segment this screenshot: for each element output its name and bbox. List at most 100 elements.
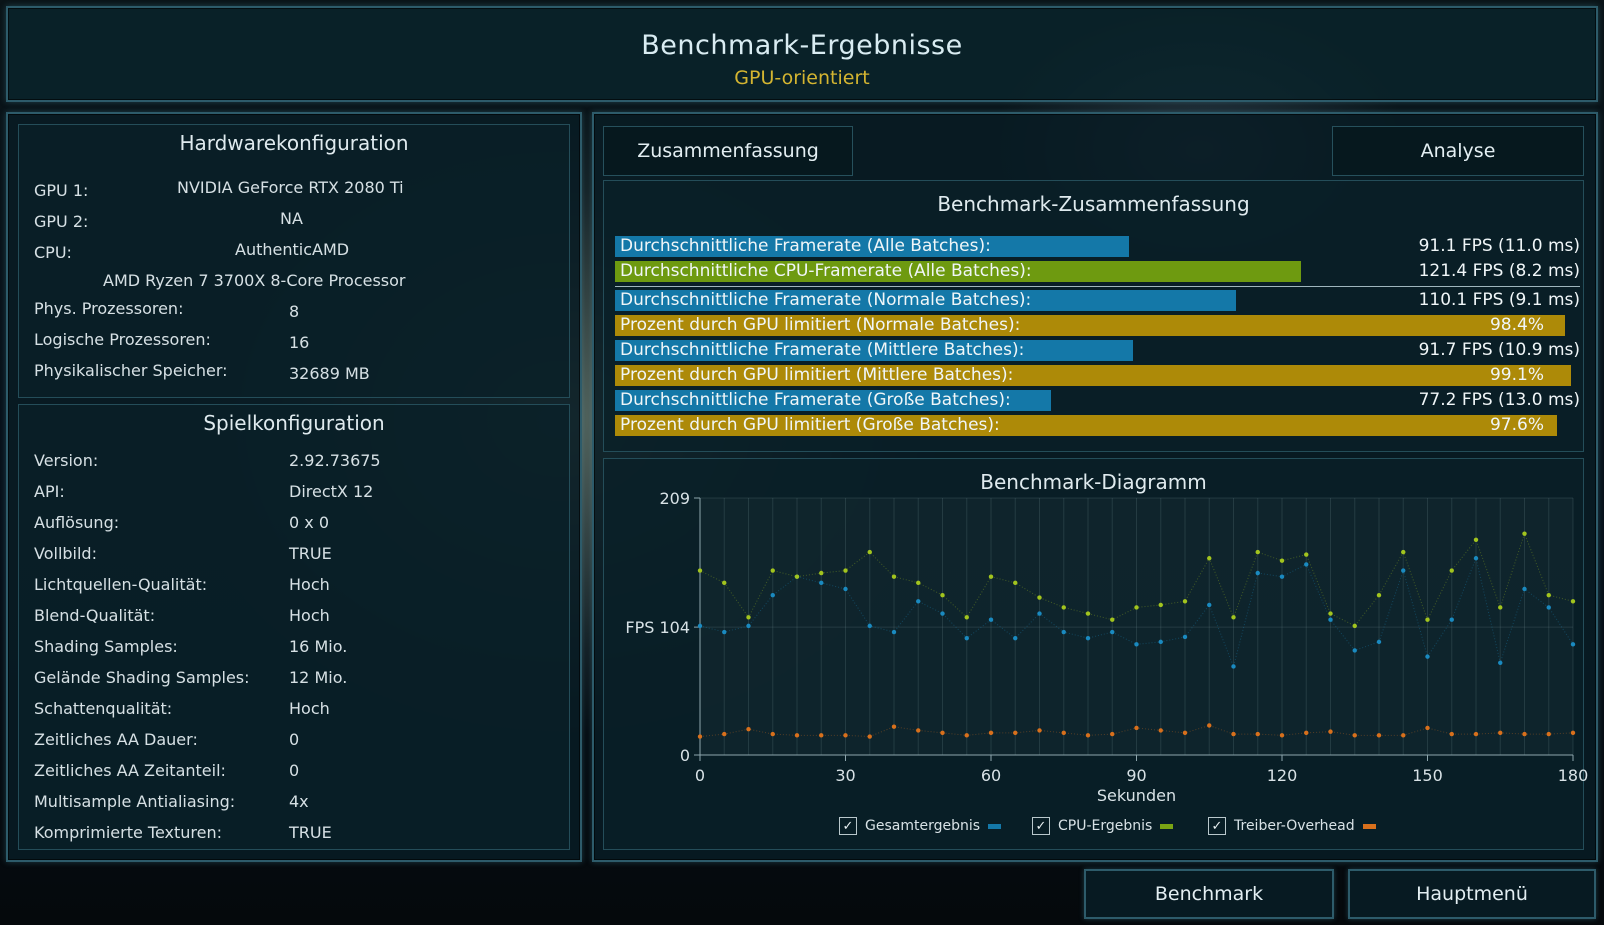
data-point — [1570, 599, 1576, 604]
summary-label: Durchschnittliche Framerate (Normale Bat… — [620, 290, 1032, 310]
legend-item-gpu[interactable]: ✓ Gesamtergebnis — [839, 817, 1002, 835]
game-row-value: 0 — [289, 761, 300, 780]
data-point — [1449, 568, 1454, 573]
game-row-label: Auflösung: — [34, 513, 120, 532]
data-point — [1570, 730, 1576, 736]
data-point — [1546, 592, 1551, 598]
data-point — [1085, 733, 1091, 738]
hw-row-label: Physikalischer Speicher: — [34, 361, 228, 380]
data-point — [1328, 611, 1333, 616]
game-row-label: Komprimierte Texturen: — [34, 823, 223, 842]
data-point — [819, 733, 824, 738]
game-row-value: 0 x 0 — [289, 513, 329, 532]
data-point — [722, 580, 727, 586]
data-point — [819, 580, 824, 586]
data-point — [819, 570, 824, 576]
x-tick-label: 0 — [695, 766, 705, 785]
benchmark-chart: 0 FPS 104 209 0 30 60 90 120 150 180 Sekunden — [625, 489, 1588, 805]
data-point — [1207, 602, 1212, 608]
data-point — [1352, 733, 1357, 738]
data-point — [891, 629, 897, 635]
data-point — [1304, 552, 1309, 557]
data-point — [1279, 574, 1285, 579]
data-point — [964, 733, 969, 738]
game-row-value: 4x — [289, 792, 309, 811]
game-row-value: 16 Mio. — [289, 637, 348, 656]
game-row-value: TRUE — [289, 544, 332, 563]
data-point — [746, 726, 751, 732]
x-tick-label: 90 — [1126, 766, 1146, 785]
data-point — [746, 615, 751, 620]
summary-label: Durchschnittliche CPU-Framerate (Alle Ba… — [620, 261, 1032, 281]
data-point — [1037, 728, 1042, 733]
summary-row: Durchschnittliche Framerate (Alle Batche… — [615, 236, 1580, 257]
x-axis-label: Sekunden — [1097, 786, 1176, 805]
tab-analysis[interactable]: Analyse — [1332, 126, 1584, 176]
main-menu-button[interactable]: Hauptmenü — [1348, 869, 1596, 919]
gpu2-label: GPU 2: — [34, 212, 89, 231]
data-point — [1279, 558, 1285, 563]
data-point — [1546, 731, 1551, 737]
summary-value: 77.2 FPS (13.0 ms) — [1418, 390, 1580, 410]
gpu1-label: GPU 1: — [34, 181, 89, 200]
hardware-section — [18, 124, 570, 398]
x-tick-label: 180 — [1558, 766, 1589, 785]
legend-item-overhead[interactable]: ✓ Treiber-Overhead — [1208, 817, 1376, 835]
data-point — [1376, 733, 1382, 738]
data-point — [1449, 731, 1454, 737]
summary-label: Durchschnittliche Framerate (Mittlere Ba… — [620, 340, 1025, 360]
summary-value: 98.4% — [1489, 315, 1544, 335]
data-point — [1401, 549, 1406, 555]
hw-row-value: 16 — [289, 333, 310, 352]
checkbox-cpu[interactable]: ✓ — [1032, 817, 1050, 835]
data-point — [1376, 639, 1382, 645]
tab-summary[interactable]: Zusammenfassung — [603, 126, 853, 176]
data-point — [1304, 562, 1309, 567]
data-point — [1473, 537, 1479, 543]
summary-title: Benchmark-Zusammenfassung — [937, 192, 1250, 216]
game-row-label: Gelände Shading Samples: — [34, 668, 250, 687]
data-point — [722, 629, 727, 635]
x-tick-label: 150 — [1412, 766, 1443, 785]
game-row-label: Version: — [34, 451, 99, 470]
data-point — [1182, 634, 1188, 640]
data-point — [1425, 617, 1430, 622]
data-point — [1110, 731, 1115, 737]
hw-row-value: 8 — [289, 302, 300, 321]
game-title: Spielkonfiguration — [203, 411, 385, 435]
data-point — [770, 731, 775, 737]
y-tick-label: 209 — [659, 489, 690, 508]
y-tick-label: FPS 104 — [625, 618, 690, 637]
gpu1-value: NVIDIA GeForce RTX 2080 Ti — [177, 178, 404, 197]
data-point — [867, 734, 872, 739]
game-row-label: Schattenqualität: — [34, 699, 173, 718]
data-point — [1013, 730, 1018, 736]
data-point — [940, 730, 945, 736]
summary-row: Prozent durch GPU limitiert (Große Batch… — [615, 415, 1580, 436]
data-point — [697, 568, 703, 573]
data-point — [1522, 531, 1527, 536]
checkbox-gpu[interactable]: ✓ — [839, 817, 857, 835]
summary-row: Durchschnittliche Framerate (Mittlere Ba… — [615, 340, 1580, 361]
summary-label: Prozent durch GPU limitiert (Mittlere Ba… — [620, 365, 1014, 385]
summary-row: Durchschnittliche Framerate (Normale Bat… — [615, 290, 1580, 311]
game-row-label: Lichtquellen-Qualität: — [34, 575, 208, 594]
data-point — [1085, 635, 1091, 641]
benchmark-button[interactable]: Benchmark — [1084, 869, 1334, 919]
page-subtitle: GPU-orientiert — [734, 67, 870, 89]
legend-item-cpu[interactable]: ✓ CPU-Ergebnis — [1032, 817, 1174, 835]
data-point — [916, 580, 921, 586]
data-point — [770, 592, 775, 598]
x-tick-label: 60 — [981, 766, 1001, 785]
data-point — [697, 734, 703, 739]
legend-swatch-overhead — [1362, 823, 1376, 829]
data-point — [1207, 556, 1212, 561]
checkbox-overhead[interactable]: ✓ — [1208, 817, 1226, 835]
data-point — [1401, 568, 1406, 573]
data-point — [1570, 642, 1576, 647]
page-title: Benchmark-Ergebnisse — [641, 30, 963, 61]
data-point — [1231, 731, 1236, 737]
game-row-value: DirectX 12 — [289, 482, 374, 501]
hardware-title: Hardwarekonfiguration — [179, 131, 409, 155]
summary-value: 91.1 FPS (11.0 ms) — [1418, 236, 1580, 256]
